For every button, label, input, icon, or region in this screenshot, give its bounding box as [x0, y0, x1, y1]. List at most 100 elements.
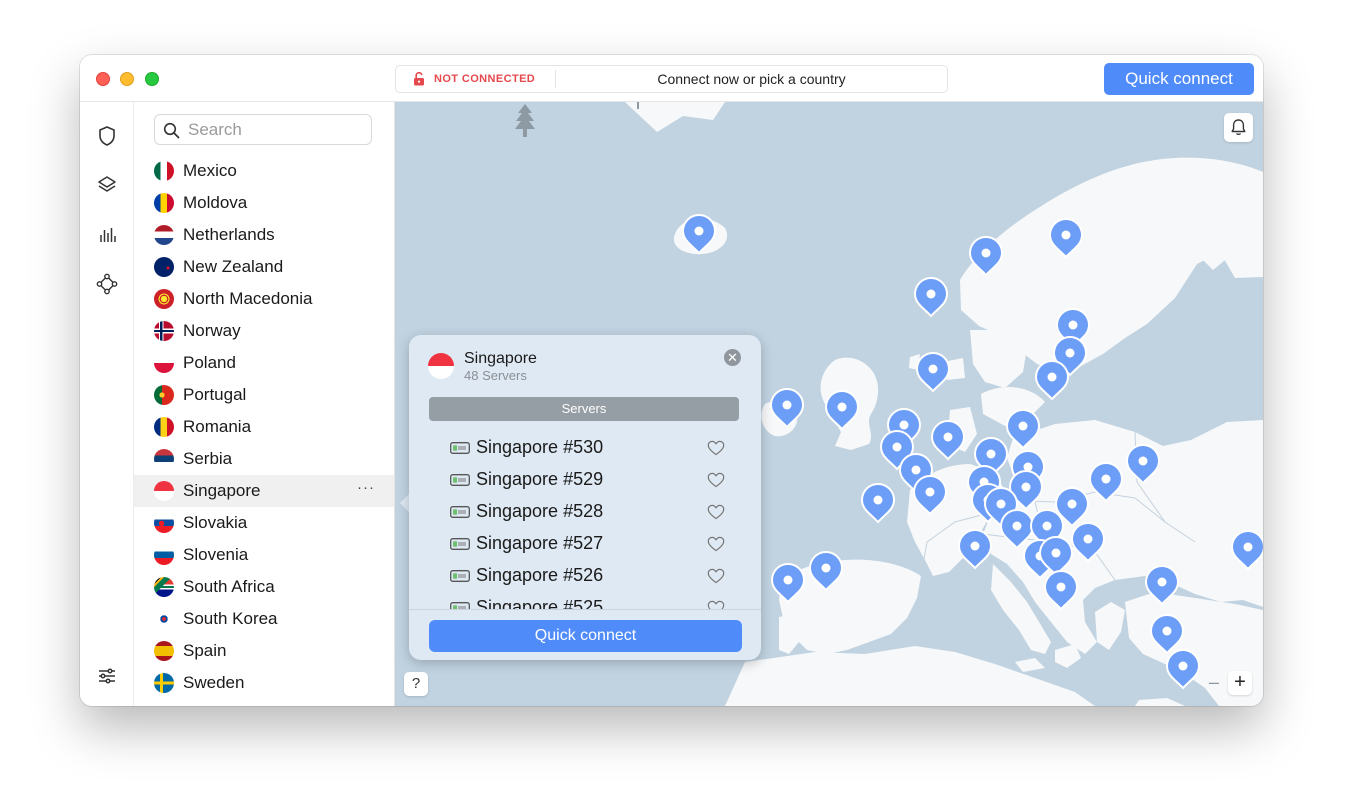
server-list: Singapore #530 Singapore #529 Singapore #5…	[409, 432, 761, 610]
south-korea-flag-icon	[154, 609, 174, 629]
server-name: Singapore #527	[476, 533, 604, 553]
server-icon	[450, 602, 470, 609]
country-name: Mexico	[183, 161, 237, 180]
country-name: Portugal	[183, 385, 247, 404]
quick-connect-button[interactable]: Quick connect	[1104, 63, 1254, 95]
server-name: Singapore #526	[476, 565, 604, 585]
south-africa-flag-icon	[154, 577, 174, 597]
country-item-slovenia[interactable]: Slovenia	[134, 539, 394, 571]
server-icon	[450, 538, 470, 550]
server-pin[interactable]	[930, 420, 966, 461]
shield-icon[interactable]	[95, 124, 119, 148]
zoom-out-button[interactable]: –	[1203, 671, 1225, 695]
heart-icon[interactable]	[707, 600, 725, 610]
server-row[interactable]: Singapore #525	[409, 592, 761, 610]
titlebar: NOT CONNECTED Connect now or pick a coun…	[80, 55, 1263, 102]
country-item-singapore[interactable]: Singapore ···	[134, 475, 394, 507]
server-name: Singapore #528	[476, 501, 604, 521]
server-pin[interactable]	[1165, 649, 1201, 690]
country-name: Singapore	[183, 481, 261, 500]
minimize-window-button[interactable]	[120, 72, 134, 86]
server-row[interactable]: Singapore #529	[409, 464, 761, 496]
country-item-slovakia[interactable]: Slovakia	[134, 507, 394, 539]
connection-hint: Connect now or pick a country	[657, 71, 846, 87]
search-icon	[163, 122, 180, 139]
stats-icon[interactable]	[95, 223, 119, 247]
country-name: Slovenia	[183, 545, 249, 564]
popup-server-count: 48 Servers	[464, 368, 527, 383]
singapore-flag-icon	[428, 353, 454, 379]
tab-servers[interactable]: Servers	[429, 397, 739, 421]
country-item-romania[interactable]: Romania	[134, 411, 394, 443]
connection-status-text: NOT CONNECTED	[434, 73, 536, 85]
nav-rail	[80, 102, 134, 706]
country-list: Mexico Moldova Netherlands New Zealand North…	[134, 155, 394, 699]
country-item-moldova[interactable]: Moldova	[134, 187, 394, 219]
more-options-icon[interactable]: ···	[357, 479, 375, 496]
settings-sliders-icon[interactable]	[95, 664, 119, 688]
singapore-flag-icon	[154, 481, 174, 501]
country-name: Spain	[183, 641, 227, 660]
heart-icon[interactable]	[707, 568, 725, 584]
bell-icon	[1231, 119, 1246, 135]
zoom-in-button[interactable]: +	[1228, 671, 1252, 695]
notifications-button[interactable]	[1224, 113, 1253, 142]
layers-icon[interactable]	[95, 173, 119, 197]
country-name: Serbia	[183, 449, 233, 468]
country-name: Poland	[183, 353, 236, 372]
connection-status-bar[interactable]: NOT CONNECTED Connect now or pick a coun…	[395, 65, 948, 93]
server-row[interactable]: Singapore #528	[409, 496, 761, 528]
country-item-north-macedonia[interactable]: North Macedonia	[134, 283, 394, 315]
heart-icon[interactable]	[707, 472, 725, 488]
zoom-window-button[interactable]	[145, 72, 159, 86]
server-pin[interactable]	[957, 529, 993, 570]
server-pin[interactable]	[913, 277, 949, 318]
country-item-spain[interactable]: Spain	[134, 635, 394, 667]
server-pin[interactable]	[915, 352, 951, 393]
server-icon	[450, 442, 470, 454]
unlocked-icon	[414, 72, 424, 86]
heart-icon[interactable]	[707, 440, 725, 456]
country-item-norway[interactable]: Norway	[134, 315, 394, 347]
server-pin[interactable]	[1034, 360, 1070, 401]
server-pin[interactable]	[860, 483, 896, 524]
slovakia-flag-icon	[154, 513, 174, 533]
new-zealand-flag-icon	[154, 257, 174, 277]
country-name: North Macedonia	[183, 289, 313, 308]
meshnet-icon[interactable]	[95, 272, 119, 296]
country-name: Netherlands	[183, 225, 275, 244]
romania-flag-icon	[154, 417, 174, 437]
server-row[interactable]: Singapore #527	[409, 528, 761, 560]
country-item-new-zealand[interactable]: New Zealand	[134, 251, 394, 283]
search-box[interactable]	[154, 114, 372, 145]
slovenia-flag-icon	[154, 545, 174, 565]
search-input[interactable]	[188, 119, 358, 141]
country-item-south-africa[interactable]: South Africa	[134, 571, 394, 603]
moldova-flag-icon	[154, 193, 174, 213]
heart-icon[interactable]	[707, 536, 725, 552]
close-window-button[interactable]	[96, 72, 110, 86]
norway-flag-icon	[154, 321, 174, 341]
help-button[interactable]: ?	[404, 672, 428, 696]
popup-quick-connect-button[interactable]: Quick connect	[429, 620, 742, 652]
server-row[interactable]: Singapore #526	[409, 560, 761, 592]
country-item-sweden[interactable]: Sweden	[134, 667, 394, 699]
country-name: Moldova	[183, 193, 248, 212]
country-name: Norway	[183, 321, 241, 340]
country-item-south-korea[interactable]: South Korea	[134, 603, 394, 635]
server-name: Singapore #529	[476, 469, 604, 489]
server-row[interactable]: Singapore #530	[409, 432, 761, 464]
server-icon	[450, 474, 470, 486]
country-item-mexico[interactable]: Mexico	[134, 155, 394, 187]
heart-icon[interactable]	[707, 504, 725, 520]
popup-title: Singapore	[464, 350, 537, 367]
close-icon[interactable]: ✕	[724, 349, 741, 366]
country-item-serbia[interactable]: Serbia	[134, 443, 394, 475]
netherlands-flag-icon	[154, 225, 174, 245]
country-item-netherlands[interactable]: Netherlands	[134, 219, 394, 251]
serbia-flag-icon	[154, 449, 174, 469]
country-name: South Africa	[183, 577, 275, 596]
country-item-poland[interactable]: Poland	[134, 347, 394, 379]
country-item-portugal[interactable]: Portugal	[134, 379, 394, 411]
server-name: Singapore #530	[476, 437, 604, 457]
